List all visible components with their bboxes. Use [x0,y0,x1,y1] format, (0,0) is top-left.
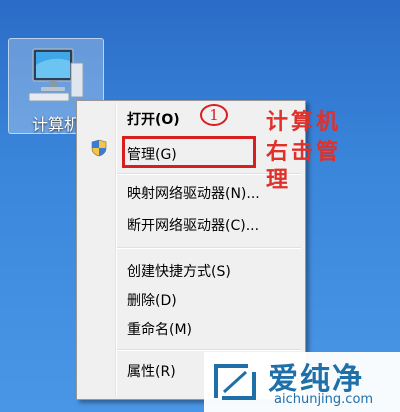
computer-icon [28,48,84,102]
menu-item-delete[interactable]: 删除(D) [127,290,177,310]
annotation-line-1: 计算机 [266,109,342,135]
step-number-badge: 1 [200,104,228,126]
annotation-line-3: 理 [266,167,292,193]
watermark-logo-icon [214,364,256,400]
menu-item-rename[interactable]: 重命名(M) [127,319,192,339]
manage-highlight-box [122,136,256,168]
menu-item-disconnect-network-drive[interactable]: 断开网络驱动器(C)... [127,215,259,235]
watermark-url: aichunjing.com [274,392,374,407]
menu-separator [117,349,301,351]
menu-item-create-shortcut[interactable]: 创建快捷方式(S) [127,261,231,281]
menu-separator [117,247,301,249]
uac-shield-icon [91,139,107,157]
watermark: 爱纯净 aichunjing.com [204,352,400,412]
menu-item-open[interactable]: 打开(O) [127,109,180,129]
menu-item-map-network-drive[interactable]: 映射网络驱动器(N)... [127,183,260,203]
menu-item-properties[interactable]: 属性(R) [127,361,176,381]
